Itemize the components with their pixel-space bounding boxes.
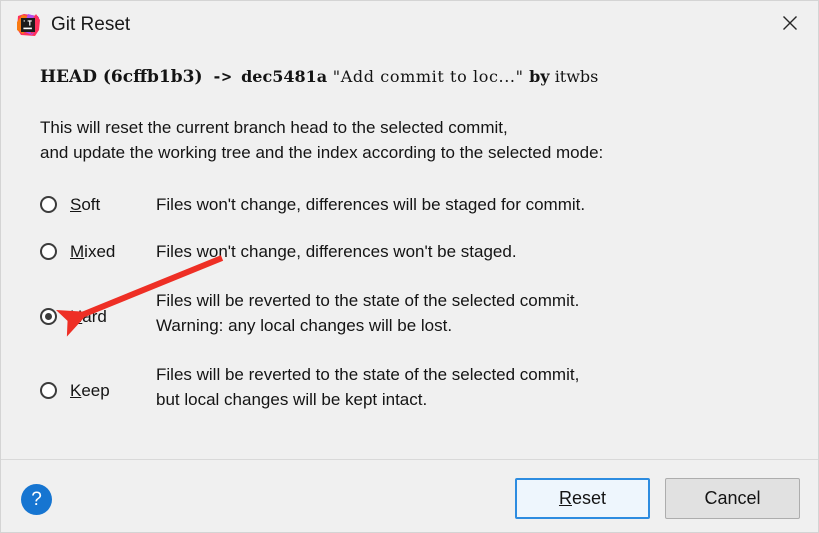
footer-divider (1, 459, 818, 460)
option-row[interactable]: Mixed Files won't change, differences wo… (40, 239, 780, 264)
hard-description-line-1: Files will be reverted to the state of t… (156, 291, 580, 310)
hard-label-rest: ard (82, 307, 107, 326)
hard-mnemonic: H (70, 307, 83, 326)
question-mark-icon: ? (31, 488, 42, 510)
commit-subject: Add commit to loc... (340, 67, 516, 86)
git-reset-dialog: Git Reset HEAD (6cffb1b3) -> dec5481a "A… (0, 0, 819, 533)
soft-description: Files won't change, differences will be … (156, 192, 585, 217)
reset-label-rest: eset (571, 488, 607, 508)
cancel-button-label: Cancel (704, 488, 761, 508)
radio-option-hard[interactable]: Hard (40, 304, 156, 329)
hard-description: Files will be reverted to the state of t… (156, 288, 579, 338)
reset-mnemonic: R (558, 488, 572, 508)
reset-mode-options: Soft Files won't change, differences wil… (40, 192, 780, 412)
help-button[interactable]: ? (21, 484, 52, 515)
mixed-description-line-1: Files won't change, differences won't be… (156, 242, 517, 261)
keep-mnemonic: K (70, 381, 82, 400)
commit-author: itwbs (554, 67, 599, 86)
option-row[interactable]: Soft Files won't change, differences wil… (40, 192, 780, 217)
page-title: Git Reset (51, 14, 131, 35)
keep-description: Files will be reverted to the state of t… (156, 362, 579, 412)
head-label: HEAD (6cffb1b3) (40, 67, 203, 87)
title-bar: Git Reset (1, 1, 818, 49)
option-row[interactable]: Keep Files will be reverted to the state… (40, 362, 780, 412)
cancel-button[interactable]: Cancel (665, 478, 800, 519)
hard-label[interactable]: Hard (70, 304, 107, 329)
by-label: by (529, 67, 550, 86)
option-row[interactable]: Hard Files will be reverted to the state… (40, 288, 780, 338)
intellij-idea-icon (15, 12, 41, 38)
keep-radio[interactable] (40, 382, 57, 399)
description-line-2: and update the working tree and the inde… (40, 143, 604, 162)
keep-description-line-2: but local changes will be kept intact. (156, 390, 428, 409)
target-commit-hash: dec5481a (241, 67, 328, 86)
hard-description-line-2: Warning: any local changes will be lost. (156, 316, 453, 335)
commit-head-line: HEAD (6cffb1b3) -> dec5481a "Add commit … (40, 64, 598, 91)
keep-description-line-1: Files will be reverted to the state of t… (156, 365, 580, 384)
close-icon (782, 15, 798, 31)
hard-radio[interactable] (40, 308, 57, 325)
description-line-1: This will reset the current branch head … (40, 118, 508, 137)
reset-button-label: Reset (559, 488, 606, 509)
quote-close: " (515, 67, 524, 86)
close-button[interactable] (760, 1, 818, 45)
soft-description-line-1: Files won't change, differences will be … (156, 195, 586, 214)
soft-radio[interactable] (40, 196, 57, 213)
soft-label-rest: oft (81, 195, 101, 214)
mixed-label-rest: ixed (84, 242, 116, 261)
mixed-description: Files won't change, differences won't be… (156, 239, 517, 264)
arrow-separator: -> (212, 67, 232, 86)
radio-option-mixed[interactable]: Mixed (40, 239, 156, 264)
soft-label[interactable]: Soft (70, 192, 100, 217)
soft-mnemonic: S (70, 195, 82, 214)
mixed-mnemonic: M (70, 242, 85, 261)
quote-open: " (332, 67, 341, 86)
keep-label[interactable]: Keep (70, 378, 110, 403)
reset-button[interactable]: Reset (515, 478, 650, 519)
mixed-radio[interactable] (40, 243, 57, 260)
keep-label-rest: eep (81, 381, 110, 400)
radio-option-soft[interactable]: Soft (40, 192, 156, 217)
mixed-label[interactable]: Mixed (70, 239, 115, 264)
radio-option-keep[interactable]: Keep (40, 378, 156, 403)
description-text: This will reset the current branch head … (40, 115, 603, 165)
